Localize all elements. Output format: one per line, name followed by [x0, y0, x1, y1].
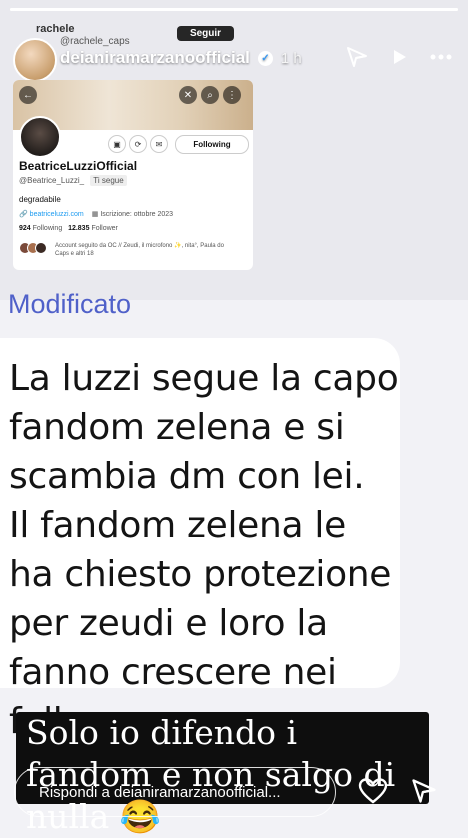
profile-website-text: beatriceluzzi.com [29, 211, 84, 218]
profile-display-name: BeatriceLuzziOfficial [19, 159, 138, 173]
mute-icon: ✕ [179, 86, 197, 104]
story-header-actions [344, 40, 454, 74]
heart-icon[interactable] [356, 776, 390, 806]
story-progress-bar [10, 8, 458, 11]
embedded-story-tag: @rachele_caps [60, 36, 130, 47]
profile-joined: ▦ Iscrizione: ottobre 2023 [91, 211, 174, 218]
story-username[interactable]: deianiramarzanoofficial [60, 48, 250, 68]
profile-handle: @Beatrice_Luzzi_ [19, 176, 85, 185]
paper-plane-icon[interactable] [344, 40, 370, 74]
mutual-followers: Account seguito da OC // Zeudi, il micro… [19, 242, 225, 258]
reply-input[interactable]: Rispondi a deianiramarzanoofficial... [14, 767, 336, 817]
message-icon: ✉ [150, 135, 168, 153]
grok-icon: ⟳ [129, 135, 147, 153]
paper-plane-icon[interactable] [407, 776, 441, 806]
profile-bio: degradabile [19, 195, 61, 204]
edited-label: Modificato [8, 289, 132, 319]
back-arrow-icon: ← [19, 86, 37, 104]
following-button: Following [175, 135, 249, 154]
embedded-profile-card: ← ✕ ⌕ ⋮ ▣ ⟳ ✉ Following BeatriceLuzziOff… [13, 80, 253, 270]
verified-badge-icon: ✓ [257, 50, 273, 66]
profile-handle-line: @Beatrice_Luzzi_ Ti segue [19, 175, 127, 186]
search-icon: ⌕ [201, 86, 219, 104]
follower-label: Follower [91, 225, 118, 232]
follower-count: 12.835 [68, 225, 90, 232]
story-avatar[interactable] [13, 38, 57, 82]
story-header-user[interactable]: deianiramarzanoofficial ✓ 1 h [60, 48, 302, 68]
lock-icon: ▣ [108, 135, 126, 153]
following-count: 924 [19, 225, 31, 232]
profile-joined-text: Iscrizione: ottobre 2023 [100, 211, 174, 218]
embedded-follow-button: Seguir [177, 26, 234, 41]
profile-picture [19, 116, 61, 158]
story-timestamp: 1 h [280, 49, 302, 67]
ellipsis-icon[interactable] [428, 40, 454, 74]
follows-you-badge: Ti segue [90, 175, 127, 186]
profile-website: 🔗 beatriceluzzi.com [19, 211, 84, 218]
mutual-avatar [35, 242, 47, 254]
message-line: La luzzi segue la capo fandom zelena e s… [9, 358, 399, 497]
story-progress-fill [10, 8, 458, 11]
message-text: La luzzi segue la capo fandom zelena e s… [9, 354, 399, 746]
profile-meta: 🔗 beatriceluzzi.com ▦ Iscrizione: ottobr… [19, 210, 173, 218]
mutual-avatars [19, 242, 47, 258]
message-line: Il fandom zelena le ha chiesto protezion… [9, 505, 392, 742]
profile-stats: 924 Following 12.835 Follower [19, 225, 118, 232]
play-icon[interactable] [386, 40, 412, 74]
more-icon: ⋮ [223, 86, 241, 104]
mutual-followers-text: Account seguito da OC // Zeudi, il micro… [55, 243, 224, 257]
following-label: Following [32, 225, 63, 232]
embedded-story-username: rachele [36, 23, 75, 35]
